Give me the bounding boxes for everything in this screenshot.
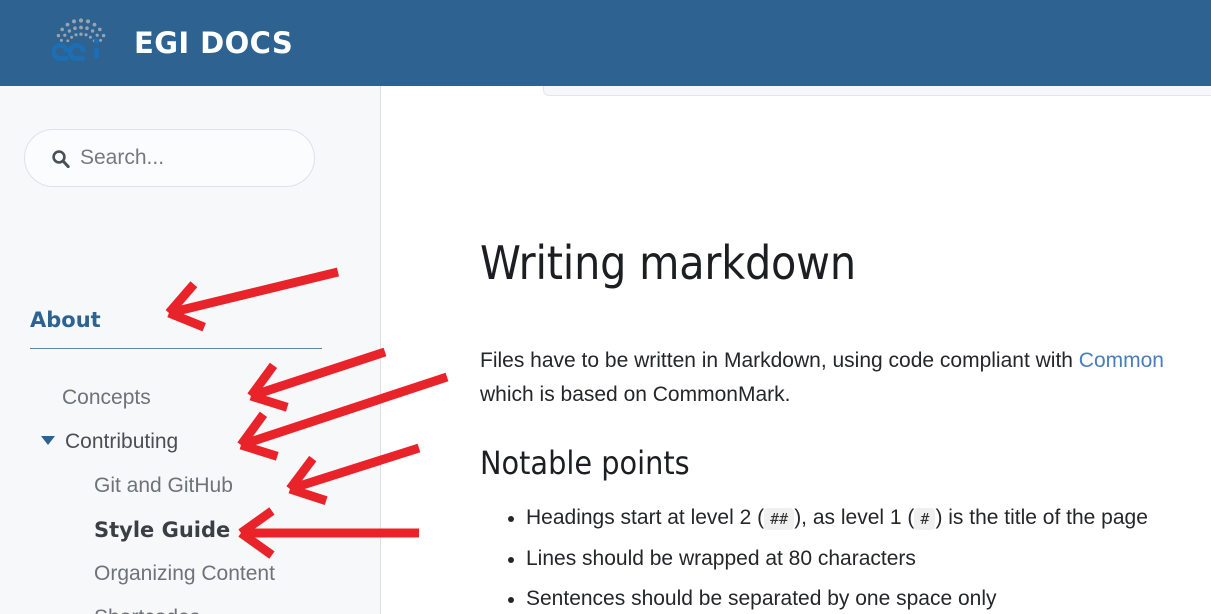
sidebar-item-git-and-github[interactable]: Git and GitHub	[0, 464, 381, 508]
intro-text-before: Files have to be written in Markdown, us…	[480, 349, 1079, 372]
intro-text-line2: which is based on CommonMark.	[480, 383, 791, 406]
app-root: EGI DOCS About Concepts Contributing Git…	[0, 0, 1211, 614]
site-header: EGI DOCS	[0, 0, 1211, 86]
sidebar-item-style-guide[interactable]: Style Guide	[0, 508, 381, 552]
nav-section-title: About	[30, 308, 101, 332]
point-2-rich: Sentences should be separated by one spa…	[526, 587, 997, 610]
inline-code: ##	[764, 508, 795, 530]
sidebar-item-label: Contributing	[65, 430, 179, 453]
sidebar-item-label: Concepts	[62, 386, 151, 409]
search-icon	[51, 149, 70, 168]
inline-code: #	[914, 508, 936, 530]
sidebar-item-contributing[interactable]: Contributing	[0, 420, 381, 464]
site-title: EGI DOCS	[134, 26, 294, 60]
page-title: Writing markdown	[480, 236, 856, 290]
breadcrumb[interactable]	[543, 86, 1211, 96]
sidebar-item-concepts[interactable]: Concepts	[0, 376, 381, 420]
intro-paragraph: Files have to be written in Markdown, us…	[480, 344, 1211, 412]
sidebar: About Concepts Contributing Git and GitH…	[0, 86, 381, 614]
commonmark-link[interactable]: Common	[1079, 349, 1164, 372]
search-input[interactable]	[80, 146, 290, 170]
section-title-notable-points: Notable points	[480, 444, 690, 482]
point-0-rich: Headings start at level 2 (##), as level…	[526, 506, 1148, 530]
sidebar-item-shortcodes[interactable]: Shortcodes	[0, 596, 381, 614]
list-item: Headings start at level 2 (##), as level…	[526, 498, 1211, 539]
list-item: Lines should be wrapped at 80 characters	[526, 539, 1211, 579]
egi-logo[interactable]	[52, 17, 110, 69]
sidebar-item-label: Git and GitHub	[94, 474, 233, 497]
main-content: Writing markdown Files have to be writte…	[382, 86, 1211, 614]
sidebar-item-label: Shortcodes	[94, 606, 200, 614]
chevron-down-icon[interactable]	[41, 436, 55, 445]
search-box[interactable]	[24, 129, 315, 187]
list-item: Sentences should be separated by one spa…	[526, 579, 1211, 614]
sidebar-item-label: Organizing Content	[94, 562, 275, 585]
sidebar-item-organizing-content[interactable]: Organizing Content	[0, 552, 381, 596]
notable-points-list: Headings start at level 2 (##), as level…	[480, 498, 1211, 614]
sidebar-item-label: Style Guide	[94, 518, 231, 542]
sidebar-nav: Concepts Contributing Git and GitHub Sty…	[0, 376, 381, 614]
nav-divider	[30, 348, 322, 349]
point-1-rich: Lines should be wrapped at 80 characters	[526, 547, 916, 570]
